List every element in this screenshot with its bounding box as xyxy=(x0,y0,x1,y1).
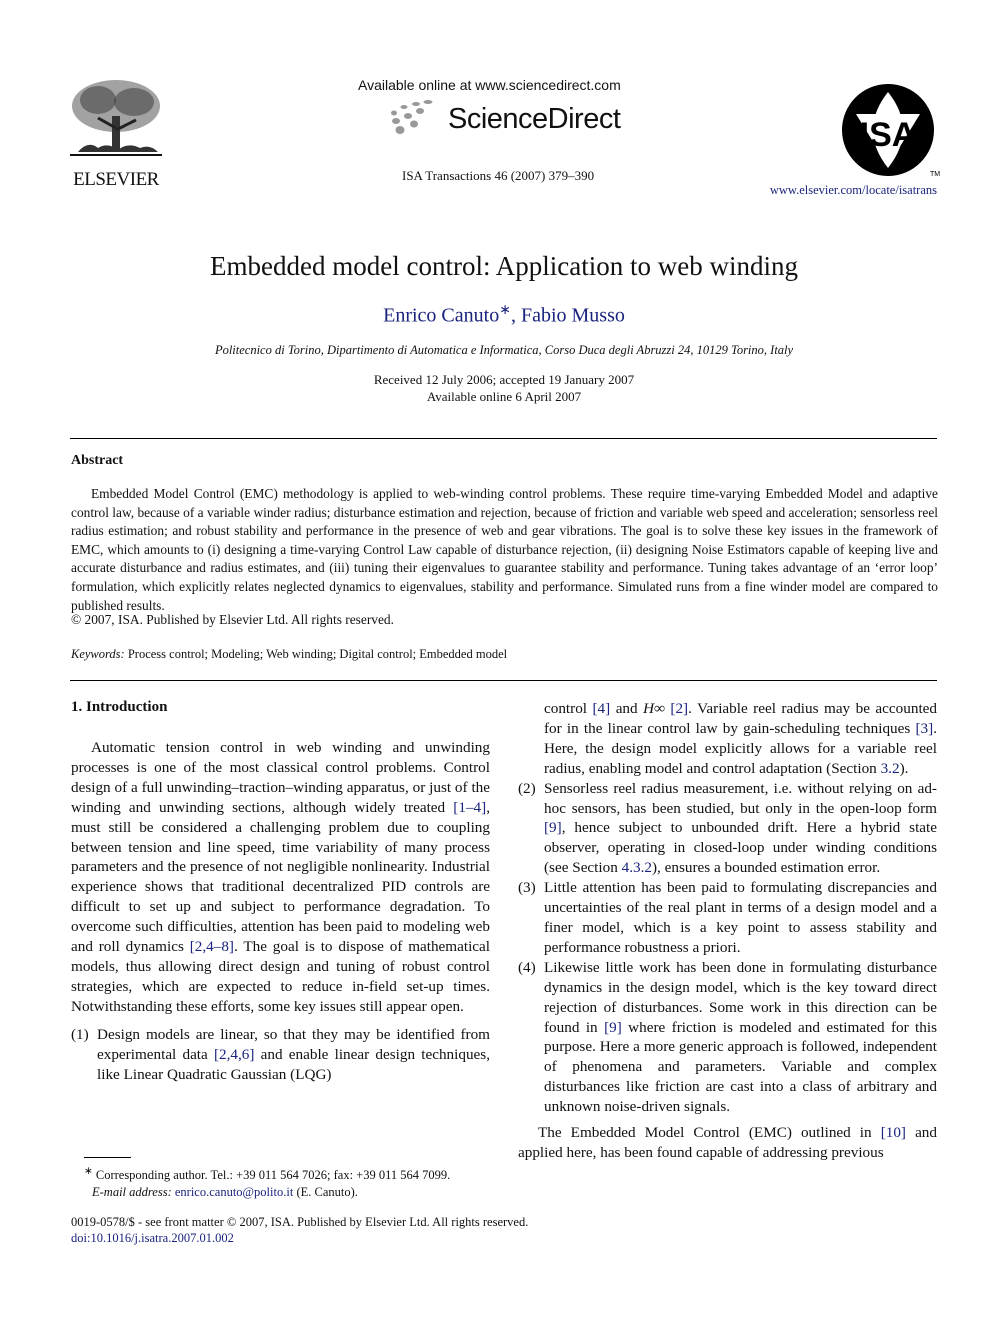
abstract-heading: Abstract xyxy=(71,453,124,468)
front-matter-info: 0019-0578/$ - see front matter © 2007, I… xyxy=(71,1214,528,1246)
isa-logo-text: ISA xyxy=(860,116,917,154)
footnote: ∗ Corresponding author. Tel.: +39 011 56… xyxy=(84,1163,450,1201)
list-item: (1) Design models are linear, so that th… xyxy=(71,1025,490,1085)
text-run: control xyxy=(544,700,593,717)
elsevier-tree-icon xyxy=(68,78,164,162)
available-date: Available online 6 April 2007 xyxy=(426,389,582,404)
elsevier-logo: ELSEVIER xyxy=(68,78,164,191)
intro-paragraph: Automatic tension control in web winding… xyxy=(71,738,490,1017)
corresponding-author-mark[interactable]: ∗ xyxy=(499,303,511,318)
author-link[interactable]: Fabio Musso xyxy=(521,305,625,327)
text-run: ). xyxy=(899,759,909,777)
abstract-text: Embedded Model Control (EMC) methodology… xyxy=(71,486,938,613)
keywords-label: Keywords: xyxy=(71,647,125,661)
list-item: (3) Little attention has been paid to fo… xyxy=(518,878,937,958)
text-run: and xyxy=(610,700,644,717)
list-item: (2) Sensorless reel radius measurement, … xyxy=(518,779,937,879)
list-item-text: control [4] and H∞ [2]. Variable reel ra… xyxy=(544,699,937,779)
email-link[interactable]: enrico.canuto@polito.it xyxy=(175,1185,293,1199)
list-item-text: Little attention has been paid to formul… xyxy=(544,879,937,956)
divider-top xyxy=(70,438,937,439)
abstract-copyright: © 2007, ISA. Published by Elsevier Ltd. … xyxy=(71,612,394,627)
keywords-list: Process control; Modeling; Web winding; … xyxy=(127,647,508,661)
author-separator: , xyxy=(510,304,521,327)
footnote-text: Corresponding author. Tel.: +39 011 564 … xyxy=(92,1168,451,1183)
citation-link[interactable]: [1–4] xyxy=(453,799,486,816)
article-title: Embedded model control: Application to w… xyxy=(210,251,798,281)
list-item-spacer xyxy=(518,699,544,779)
keywords: Keywords: Process control; Modeling; Web… xyxy=(71,647,507,662)
text-run: Automatic tension control in web winding… xyxy=(71,739,490,816)
divider-bottom xyxy=(70,680,937,681)
text-run: The Embedded Model Control (EMC) outline… xyxy=(538,1124,881,1142)
list-item-number: (3) xyxy=(518,879,536,897)
received-date: Received 12 July 2006; accepted 19 Janua… xyxy=(373,372,635,387)
citation-link[interactable]: [9] xyxy=(604,1019,622,1036)
journal-homepage-link[interactable]: www.elsevier.com/locate/isatrans xyxy=(770,183,937,198)
list-item: (4) Likewise little work has been done i… xyxy=(518,958,937,1117)
affiliation: Politecnico di Torino, Dipartimento di A… xyxy=(214,343,794,357)
citation-link[interactable]: [2] xyxy=(670,700,688,717)
list-item-number: (1) xyxy=(71,1025,89,1043)
section-heading-introduction: 1. Introduction xyxy=(71,699,168,715)
article-dates: Received 12 July 2006; accepted 19 Janua… xyxy=(0,371,992,405)
author-link[interactable]: Enrico Canuto xyxy=(383,305,499,327)
list-item-number: (4) xyxy=(518,958,536,976)
footnote-mark: ∗ xyxy=(84,1166,93,1177)
email-label: E-mail address: xyxy=(92,1185,172,1200)
list-item-text: Design models are linear, so that they m… xyxy=(97,1025,490,1085)
sciencedirect-wordmark: ScienceDirect xyxy=(448,102,621,135)
intro-paragraph: The Embedded Model Control (EMC) outline… xyxy=(518,1123,937,1163)
citation-link[interactable]: [3] xyxy=(915,720,933,737)
citation-link[interactable]: [2,4–8] xyxy=(190,938,234,955)
list-item-continued: control [4] and H∞ [2]. Variable reel ra… xyxy=(518,699,937,779)
h-infinity-symbol: H∞ xyxy=(643,700,665,717)
list-item-number: (2) xyxy=(518,779,536,797)
doi-link[interactable]: doi:10.1016/j.isatra.2007.01.002 xyxy=(71,1231,234,1245)
section-link[interactable]: 4.3.2 xyxy=(622,859,652,876)
isa-logo: ISA TM xyxy=(836,80,940,183)
author-list: Enrico Canuto∗, Fabio Musso xyxy=(0,302,992,328)
publisher-name: ELSEVIER xyxy=(73,169,159,190)
left-column: Automatic tension control in web winding… xyxy=(71,738,490,1084)
available-online-text[interactable]: Available online at www.sciencedirect.co… xyxy=(358,77,621,93)
trademark-mark: TM xyxy=(930,171,940,178)
citation-link[interactable]: [10] xyxy=(881,1124,906,1141)
footnote-rule xyxy=(84,1157,131,1158)
isa-circle-icon: ISA TM xyxy=(842,84,940,178)
citation-link[interactable]: [2,4,6] xyxy=(214,1046,255,1063)
text-run: , must still be considered a challenging… xyxy=(71,798,490,956)
issn-line: 0019-0578/$ - see front matter © 2007, I… xyxy=(71,1215,529,1229)
list-item-text: Likewise little work has been done in fo… xyxy=(544,958,937,1117)
journal-citation: ISA Transactions 46 (2007) 379–390 xyxy=(402,168,595,183)
section-link[interactable]: 3.2 xyxy=(881,760,900,777)
footnote-text: (E. Canuto). xyxy=(293,1185,358,1200)
sciencedirect-dots-icon xyxy=(391,100,433,134)
abstract-body: Embedded Model Control (EMC) methodology… xyxy=(71,485,938,615)
sciencedirect-logo: ScienceDirect xyxy=(386,99,621,139)
footnote-email-line: E-mail address: enrico.canuto@polito.it … xyxy=(84,1184,450,1201)
right-column: control [4] and H∞ [2]. Variable reel ra… xyxy=(518,699,937,1163)
footnote-corresponding: ∗ Corresponding author. Tel.: +39 011 56… xyxy=(84,1163,450,1184)
citation-link[interactable]: [4] xyxy=(593,700,611,717)
list-item-text: Sensorless reel radius measurement, i.e.… xyxy=(544,779,937,879)
text-run: ), ensures a bounded estimation error. xyxy=(651,859,881,877)
text-run: Sensorless reel radius measurement, i.e.… xyxy=(544,779,937,817)
citation-link[interactable]: [9] xyxy=(544,819,562,836)
